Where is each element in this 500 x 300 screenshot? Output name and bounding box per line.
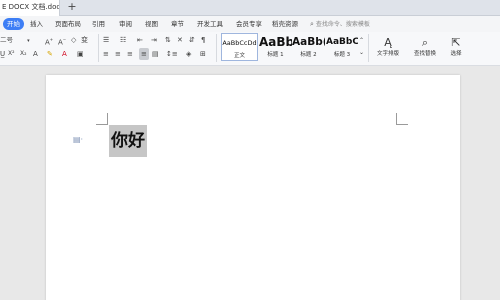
ribbon-separator	[368, 34, 369, 62]
bullet-list-icon[interactable]: ☰	[103, 34, 109, 46]
character-border-icon[interactable]: ▣	[77, 48, 84, 60]
style-heading-3[interactable]: AaBbC 标题 3	[326, 33, 358, 61]
margin-corner-mark	[96, 113, 108, 125]
chinese-layout-icon[interactable]: ✕	[177, 34, 183, 46]
align-left-icon[interactable]: ≡	[103, 48, 109, 60]
select-button[interactable]: ⇱ 选择	[441, 35, 471, 61]
menu-insert[interactable]: 插入	[30, 18, 43, 30]
text-tools-icon: Ą	[384, 36, 392, 49]
increase-indent-icon[interactable]: ⇥	[151, 34, 157, 46]
phonetic-guide-icon[interactable]: 变	[81, 34, 88, 46]
document-tab[interactable]: E DOCX 文档.docx	[0, 0, 60, 16]
superscript-icon[interactable]: X²	[8, 48, 15, 60]
new-tab-button[interactable]: +	[66, 1, 78, 14]
menu-page-layout[interactable]: 页面布局	[55, 18, 81, 30]
style-heading-2[interactable]: AaBb( 标题 2	[292, 33, 325, 61]
ribbon-separator	[216, 34, 217, 62]
style-heading-1-label: 标题 1	[267, 52, 284, 58]
shrink-font-icon[interactable]: A−	[58, 34, 66, 46]
menu-references[interactable]: 引用	[92, 18, 105, 30]
menu-member[interactable]: 会员专享	[236, 18, 262, 30]
styles-scroll-icon[interactable]: ⌃	[359, 36, 364, 46]
grow-font-icon[interactable]: A+	[45, 34, 53, 46]
find-replace-label: 查找替换	[413, 51, 436, 57]
style-heading-3-sample: AaBbC	[326, 37, 358, 47]
search-icon: ⌕	[310, 20, 314, 28]
select-label: 选择	[450, 51, 462, 57]
command-search-placeholder: 查找命令、搜索模板	[315, 21, 370, 28]
text-tools-label: 文字排版	[376, 51, 399, 57]
text-effects-icon[interactable]: A	[33, 48, 38, 60]
document-canvas[interactable]: ▤· 你好	[0, 67, 500, 300]
show-hide-marks-icon[interactable]: ¶	[201, 34, 205, 46]
shading-icon[interactable]: ◈	[186, 48, 191, 60]
font-size-value: 二号	[0, 36, 13, 44]
highlight-icon[interactable]: ✎	[47, 48, 53, 60]
cursor-icon: ⇱	[451, 36, 461, 49]
ribbon-separator	[98, 34, 99, 62]
style-heading-2-label: 标题 2	[300, 52, 317, 58]
style-normal-sample: AaBbCcDd	[222, 39, 257, 47]
style-heading-1[interactable]: AaBb 标题 1	[259, 33, 292, 61]
document-page[interactable]: ▤· 你好	[46, 75, 460, 300]
align-right-icon[interactable]: ≡	[127, 48, 133, 60]
text-tools-button[interactable]: Ą 文字排版	[373, 35, 403, 61]
font-color-icon[interactable]: A	[62, 48, 67, 60]
chevron-down-icon: ▾	[27, 38, 30, 44]
align-center-icon[interactable]: ≡	[115, 48, 121, 60]
clear-format-icon[interactable]: ◇	[71, 34, 76, 46]
find-replace-button[interactable]: ⌕ 查找替换	[410, 35, 440, 61]
menu-developer[interactable]: 开发工具	[197, 18, 223, 30]
decrease-indent-icon[interactable]: ⇤	[137, 34, 143, 46]
ribbon: 二号 ▾ A+ A− ◇ 变 ☰ ☷ ⇤ ⇥ ⇅ ✕ ⇵ ¶ U̲ X² X₂ …	[0, 32, 500, 66]
style-normal-label: 正文	[233, 53, 245, 59]
style-heading-3-label: 标题 3	[333, 52, 351, 58]
style-heading-1-sample: AaBb	[259, 35, 292, 49]
command-search[interactable]: ⌕ 查找命令、搜索模板	[310, 18, 370, 30]
menu-docer[interactable]: 稻壳资源	[272, 18, 298, 30]
style-heading-2-sample: AaBb(	[292, 36, 325, 48]
paragraph-options-icon[interactable]: ▤·	[73, 135, 83, 144]
subscript-icon[interactable]: X₂	[20, 48, 27, 60]
borders-icon[interactable]: ⊞	[200, 48, 206, 60]
margin-corner-mark	[396, 113, 408, 125]
font-size-dropdown[interactable]: 二号 ▾	[0, 34, 30, 46]
menu-home[interactable]: 开始	[3, 18, 24, 30]
justify-icon[interactable]: ≡	[139, 48, 149, 60]
document-text[interactable]: 你好	[109, 125, 147, 157]
distributed-align-icon[interactable]: ▤	[152, 48, 159, 60]
styles-expand-icon[interactable]: ⌄	[359, 48, 364, 58]
tab-bar: E DOCX 文档.docx +	[0, 0, 500, 16]
magnifier-icon: ⌕	[421, 36, 429, 49]
menu-bar: 开始 插入 页面布局 引用 审阅 视图 章节 开发工具 会员专享 稻壳资源 ⌕ 查…	[0, 16, 500, 32]
menu-review[interactable]: 审阅	[119, 18, 132, 30]
text-direction-icon[interactable]: ⇅	[165, 34, 171, 46]
line-spacing-icon[interactable]: ↕≡	[166, 48, 178, 60]
menu-view[interactable]: 视图	[145, 18, 158, 30]
underline-icon[interactable]: U̲	[0, 48, 5, 60]
sort-icon[interactable]: ⇵	[189, 34, 195, 46]
menu-sections[interactable]: 章节	[171, 18, 184, 30]
style-normal[interactable]: AaBbCcDd 正文	[221, 33, 258, 61]
numbered-list-icon[interactable]: ☷	[120, 34, 126, 46]
